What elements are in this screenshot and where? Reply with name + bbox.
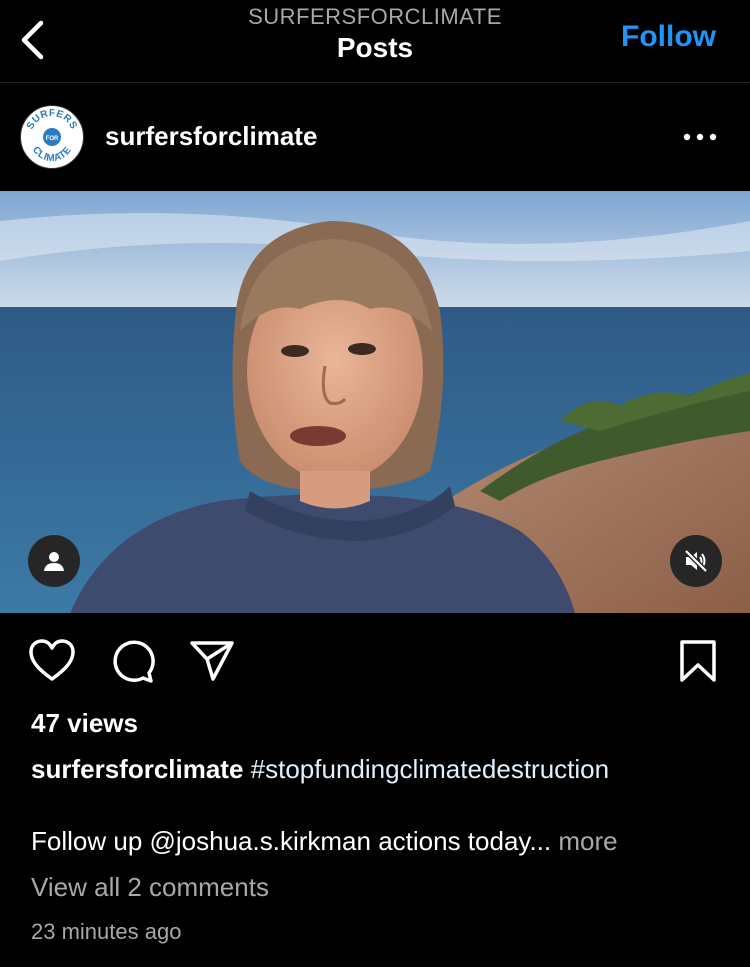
tagged-people-button[interactable]	[28, 535, 80, 587]
description-mention[interactable]: @joshua.s.kirkman	[150, 826, 371, 856]
post-caption: surfersforclimate #stopfundingclimatedes…	[31, 754, 609, 785]
options-button[interactable]	[680, 117, 720, 157]
bookmark-icon	[680, 640, 716, 682]
like-button[interactable]	[26, 635, 78, 687]
description-suffix: actions today...	[370, 826, 552, 856]
surfers-for-climate-logo: SURFERS CLIMATE FOR	[22, 107, 82, 167]
view-comments-link[interactable]: View all 2 comments	[31, 872, 269, 903]
view-count[interactable]: 47 views	[31, 708, 138, 739]
heart-icon	[29, 639, 75, 681]
video-frame	[0, 191, 750, 613]
logo-text-middle: FOR	[46, 136, 59, 142]
post-video[interactable]	[0, 191, 750, 613]
mute-toggle-button[interactable]	[670, 535, 722, 587]
caption-hashtag[interactable]: #stopfundingclimatedestruction	[251, 754, 609, 784]
post-actions	[0, 635, 750, 687]
follow-button[interactable]: Follow	[621, 20, 716, 54]
person-icon	[44, 552, 64, 571]
more-link[interactable]: more	[551, 826, 617, 856]
send-icon	[190, 641, 234, 681]
caption-username[interactable]: surfersforclimate	[31, 754, 243, 784]
avatar[interactable]: SURFERS CLIMATE FOR	[20, 105, 84, 169]
comment-icon	[113, 640, 155, 683]
comment-button[interactable]	[106, 635, 158, 687]
description-prefix: Follow up	[31, 826, 150, 856]
post-timestamp: 23 minutes ago	[31, 919, 182, 944]
top-navigation-bar: SURFERSFORCLIMATE Posts Follow	[0, 0, 750, 83]
post-description: Follow up @joshua.s.kirkman actions toda…	[31, 826, 618, 857]
more-dots-icon	[683, 133, 717, 141]
post-header: SURFERS CLIMATE FOR surfersforclimate	[0, 83, 750, 191]
post-username[interactable]: surfersforclimate	[105, 121, 317, 152]
share-button[interactable]	[186, 635, 238, 687]
muted-speaker-icon	[684, 549, 708, 573]
save-button[interactable]	[672, 635, 724, 687]
